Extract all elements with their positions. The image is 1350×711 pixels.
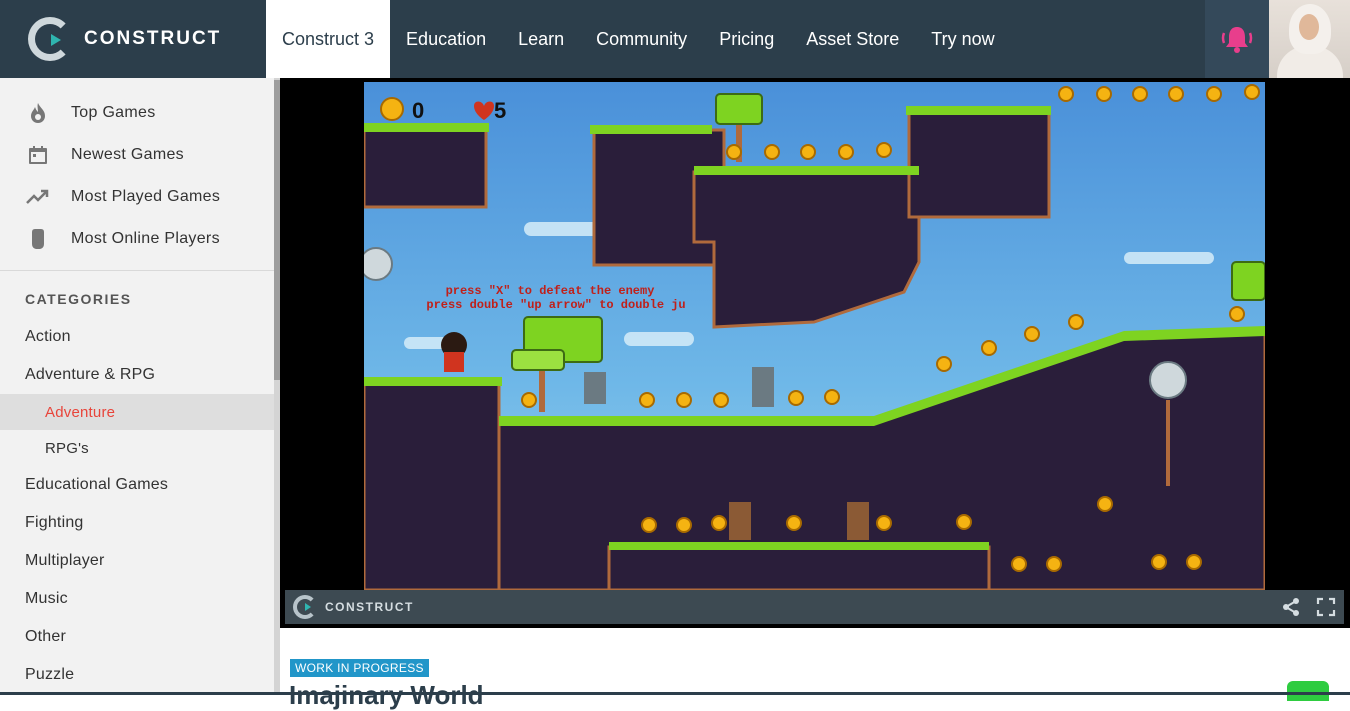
category-adventure[interactable]: Adventure: [0, 394, 274, 430]
category-other[interactable]: Other: [0, 618, 274, 656]
nav-construct-3[interactable]: Construct 3: [266, 0, 391, 78]
nav-education[interactable]: Education: [390, 0, 502, 78]
category-multiplayer[interactable]: Multiplayer: [0, 542, 274, 580]
game-canvas[interactable]: 0 5 press "X" to defeat the enemy press …: [364, 82, 1265, 590]
sidebar-item-newest-games[interactable]: Newest Games: [0, 134, 274, 176]
flame-icon: [26, 101, 50, 125]
sidebar-item-top-games[interactable]: Top Games: [0, 92, 274, 134]
player-icon: [26, 227, 50, 251]
sidebar-item-most-online[interactable]: Most Online Players: [0, 218, 274, 260]
nav-community[interactable]: Community: [580, 0, 703, 78]
hud-coin-count: 0: [412, 98, 424, 123]
construct-logo[interactable]: CONSTRUCT: [28, 16, 221, 62]
game-bar-logo[interactable]: CONSTRUCT: [293, 595, 414, 619]
game-bar-logo-text: CONSTRUCT: [325, 600, 414, 614]
sidebar-item-label: Most Online Players: [71, 230, 220, 247]
sidebar-item-label: Newest Games: [71, 146, 184, 163]
nav-pricing[interactable]: Pricing: [703, 0, 790, 78]
top-navbar: CONSTRUCT Construct 3 Education Learn Co…: [0, 0, 1350, 78]
category-adventure-rpg[interactable]: Adventure & RPG: [0, 356, 274, 394]
coin-hud-icon: [380, 97, 404, 121]
sidebar: Top Games Newest Games Most Played Games…: [0, 78, 274, 695]
nav-asset-store[interactable]: Asset Store: [790, 0, 915, 78]
sidebar-item-label: Most Played Games: [71, 188, 221, 205]
status-badge: WORK IN PROGRESS: [290, 659, 429, 677]
construct-small-logo-icon: [293, 595, 317, 619]
hud-lives-count: 5: [494, 98, 506, 123]
category-educational-games[interactable]: Educational Games: [0, 466, 274, 504]
main-nav: Construct 3 Education Learn Community Pr…: [266, 0, 1011, 78]
notifications-button[interactable]: [1205, 0, 1269, 78]
category-puzzle[interactable]: Puzzle: [0, 656, 274, 694]
sidebar-item-label: Top Games: [71, 104, 156, 121]
category-music[interactable]: Music: [0, 580, 274, 618]
category-action[interactable]: Action: [0, 318, 274, 356]
fullscreen-icon[interactable]: [1316, 597, 1336, 617]
game-toolbar: CONSTRUCT: [285, 590, 1344, 624]
construct-logo-icon: [28, 17, 72, 61]
game-hint-line-2: press double "up arrow" to double ju: [426, 298, 685, 312]
categories-heading: CATEGORIES: [25, 291, 132, 307]
nav-learn[interactable]: Learn: [502, 0, 580, 78]
game-listing: WORK IN PROGRESS Imajinary World: [280, 628, 1350, 710]
play-button[interactable]: [1287, 681, 1329, 701]
game-title: Imajinary World: [289, 680, 484, 710]
nav-try-now[interactable]: Try now: [915, 0, 1010, 78]
webcam-overlay: [1269, 0, 1350, 78]
game-hint-line-1: press "X" to defeat the enemy: [446, 284, 655, 298]
sidebar-item-most-played[interactable]: Most Played Games: [0, 176, 274, 218]
category-rpgs[interactable]: RPG's: [0, 430, 274, 466]
logo-text: CONSTRUCT: [84, 28, 222, 49]
share-icon[interactable]: [1281, 597, 1301, 617]
category-fighting[interactable]: Fighting: [0, 504, 274, 542]
trending-up-icon: [26, 185, 50, 209]
calendar-icon: [26, 143, 50, 167]
bell-ringing-icon: [1221, 27, 1253, 53]
